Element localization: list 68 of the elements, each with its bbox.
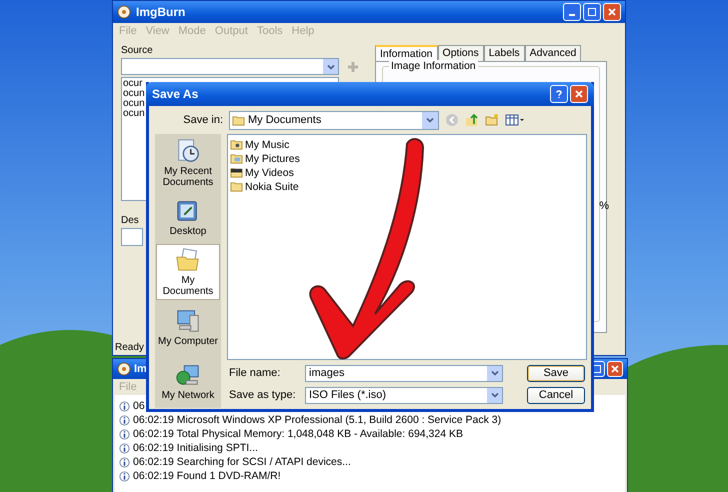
- help-button[interactable]: [550, 85, 568, 103]
- places-item[interactable]: My Documents: [156, 244, 220, 300]
- close-button[interactable]: [570, 85, 588, 103]
- view-menu-icon[interactable]: [505, 113, 525, 127]
- log-line: 06: [133, 400, 145, 412]
- music-folder-icon: [230, 138, 243, 151]
- places-item[interactable]: Desktop: [156, 190, 220, 244]
- close-icon: [574, 89, 584, 99]
- log-line: 06:02:19 Initialising SPTI...: [133, 442, 258, 454]
- log-line: 06:02:19 Microsoft Windows XP Professional (5.1, Build 2600 : Service Pack 3): [133, 414, 502, 426]
- log-line: 06:02:19 Found 1 DVD-RAM/R!: [133, 470, 281, 482]
- window-title: ImgBurn: [136, 5, 186, 19]
- folder-icon: [232, 114, 245, 126]
- folder-icon: [230, 180, 243, 193]
- maximize-button[interactable]: [583, 3, 601, 21]
- up-folder-icon[interactable]: [465, 113, 479, 127]
- file-name-field[interactable]: images: [305, 364, 503, 382]
- picture-folder-icon: [230, 152, 243, 165]
- source-dropdown[interactable]: [121, 58, 339, 75]
- info-icon: [119, 470, 130, 482]
- description-field[interactable]: [121, 228, 143, 246]
- places-item[interactable]: My Network: [156, 354, 220, 408]
- group-label: Image Information: [389, 60, 478, 72]
- source-label: Source: [121, 45, 154, 56]
- save-button[interactable]: Save: [527, 364, 585, 382]
- places-item[interactable]: My Computer: [156, 300, 220, 354]
- percent-label: %: [599, 200, 609, 212]
- info-icon: [119, 400, 130, 412]
- disc-icon: [117, 5, 131, 19]
- status-text: Ready: [115, 342, 144, 352]
- places-item[interactable]: My Recent Documents: [156, 136, 220, 190]
- log-line: 06:02:19 Total Physical Memory: 1,048,048 KB - Available: 694,324 KB: [133, 428, 463, 440]
- tab[interactable]: Options: [438, 45, 484, 61]
- folder-item[interactable]: My Pictures: [230, 152, 300, 165]
- info-icon: [119, 428, 130, 440]
- maximize-icon: [587, 7, 597, 17]
- tab[interactable]: Information: [375, 45, 438, 61]
- info-icon: [119, 414, 130, 426]
- folder-item[interactable]: Nokia Suite: [230, 180, 299, 193]
- close-button[interactable]: [603, 3, 621, 21]
- video-folder-icon: [230, 166, 243, 179]
- description-label: Des: [121, 215, 140, 226]
- folder-document-icon: [175, 247, 201, 273]
- file-name-label: File name:: [228, 367, 282, 379]
- maximize-icon: [592, 364, 602, 374]
- help-icon: [554, 89, 564, 99]
- log-line: 06:02:19 Searching for SCSI / ATAPI devices...: [133, 456, 351, 468]
- save-in-dropdown[interactable]: My Documents: [229, 110, 439, 130]
- close-icon: [607, 7, 617, 17]
- dialog-title: Save As: [152, 87, 198, 101]
- file-type-dropdown[interactable]: ISO Files (*.iso): [305, 386, 503, 404]
- save-as-type-label: Save as type:: [228, 389, 297, 401]
- tab[interactable]: Labels: [484, 45, 525, 61]
- computer-icon: [175, 308, 201, 334]
- save-in-label: Save in:: [182, 114, 223, 126]
- close-button[interactable]: [607, 361, 623, 377]
- folder-item[interactable]: My Music: [230, 138, 290, 151]
- info-icon: [119, 442, 130, 454]
- new-folder-icon[interactable]: [485, 113, 499, 127]
- minimize-icon: [569, 14, 575, 16]
- tab[interactable]: Advanced: [524, 45, 582, 61]
- cancel-button[interactable]: Cancel: [527, 386, 585, 404]
- minimize-button[interactable]: [563, 3, 581, 21]
- close-icon: [610, 364, 620, 374]
- disc-icon: [117, 362, 131, 376]
- info-icon: [119, 456, 130, 468]
- window-title: Im: [134, 363, 147, 375]
- folder-item[interactable]: My Videos: [230, 166, 294, 179]
